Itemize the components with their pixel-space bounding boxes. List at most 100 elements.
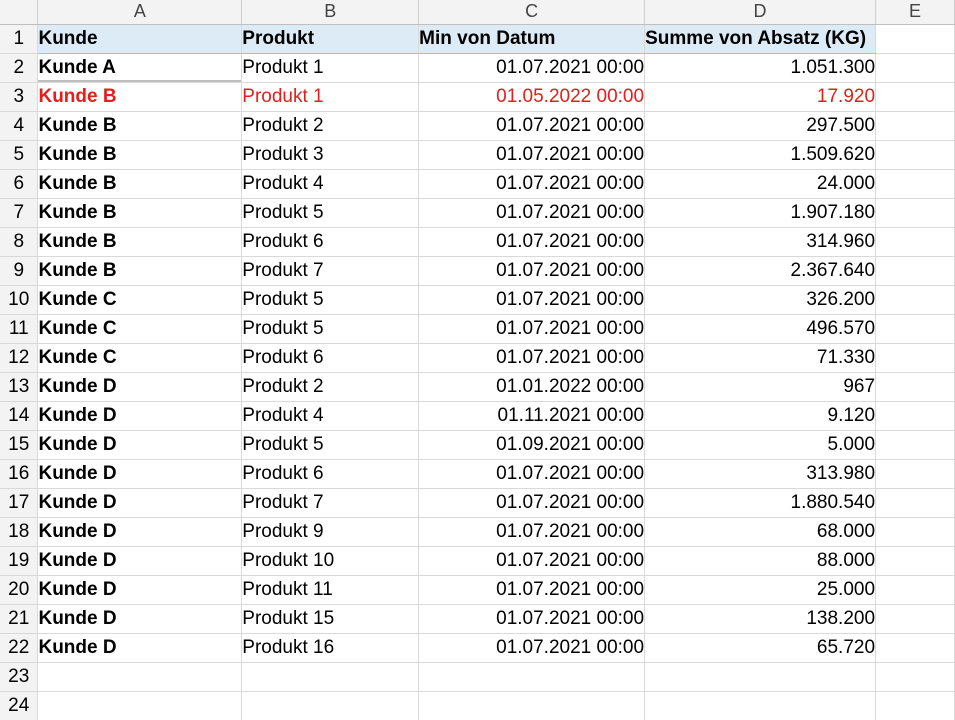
cell-e[interactable]: [875, 198, 955, 228]
cell-e[interactable]: [875, 111, 955, 141]
cell-e[interactable]: [875, 488, 955, 518]
cell-datum[interactable]: 01.07.2021 00:00: [418, 488, 646, 518]
header-cell-datum[interactable]: Min von Datum: [418, 24, 646, 54]
cell-datum[interactable]: 01.07.2021 00:00: [418, 53, 646, 83]
cell-absatz[interactable]: 314.960: [644, 227, 877, 257]
cell-produkt[interactable]: Produkt 2: [241, 372, 420, 402]
row-number[interactable]: 9: [0, 256, 39, 286]
cell-produkt[interactable]: Produkt 5: [241, 198, 420, 228]
row-number[interactable]: 6: [0, 169, 39, 199]
row-number[interactable]: 21: [0, 604, 39, 634]
cell-produkt[interactable]: Produkt 7: [241, 256, 420, 286]
select-all-corner[interactable]: [0, 0, 39, 25]
row-number[interactable]: 15: [0, 430, 39, 460]
row-number[interactable]: 16: [0, 459, 39, 489]
cell-produkt[interactable]: Produkt 6: [241, 227, 420, 257]
cell-produkt[interactable]: Produkt 5: [241, 314, 420, 344]
row-number[interactable]: 14: [0, 401, 39, 431]
cell-kunde[interactable]: Kunde A: [37, 53, 243, 83]
column-header-c[interactable]: C: [418, 0, 646, 25]
cell-e[interactable]: [875, 517, 955, 547]
cell-e[interactable]: [875, 82, 955, 112]
row-number[interactable]: 18: [0, 517, 39, 547]
cell-absatz[interactable]: 68.000: [644, 517, 877, 547]
cell-kunde[interactable]: Kunde B: [37, 227, 243, 257]
cell-datum[interactable]: 01.11.2021 00:00: [418, 401, 646, 431]
empty-cell[interactable]: [875, 691, 955, 720]
cell-produkt[interactable]: Produkt 5: [241, 430, 420, 460]
cell-kunde[interactable]: Kunde D: [37, 546, 243, 576]
cell-datum[interactable]: 01.07.2021 00:00: [418, 604, 646, 634]
cell-datum[interactable]: 01.07.2021 00:00: [418, 198, 646, 228]
cell-produkt[interactable]: Produkt 15: [241, 604, 420, 634]
cell-kunde[interactable]: Kunde B: [37, 256, 243, 286]
cell-absatz[interactable]: 1.509.620: [644, 140, 877, 170]
cell-e[interactable]: [875, 140, 955, 170]
cell-produkt[interactable]: Produkt 3: [241, 140, 420, 170]
cell-kunde[interactable]: Kunde B: [37, 169, 243, 199]
row-number[interactable]: 12: [0, 343, 39, 373]
cell-datum[interactable]: 01.07.2021 00:00: [418, 256, 646, 286]
cell-absatz[interactable]: 88.000: [644, 546, 877, 576]
cell-e[interactable]: [875, 24, 955, 54]
cell-kunde[interactable]: Kunde D: [37, 372, 243, 402]
cell-produkt[interactable]: Produkt 9: [241, 517, 420, 547]
cell-kunde[interactable]: Kunde B: [37, 111, 243, 141]
cell-e[interactable]: [875, 401, 955, 431]
cell-datum[interactable]: 01.07.2021 00:00: [418, 169, 646, 199]
spreadsheet-grid[interactable]: A B C D E 1 Kunde Produkt Min von Datum …: [0, 0, 955, 720]
cell-datum[interactable]: 01.09.2021 00:00: [418, 430, 646, 460]
cell-datum[interactable]: 01.01.2022 00:00: [418, 372, 646, 402]
cell-datum[interactable]: 01.07.2021 00:00: [418, 140, 646, 170]
cell-kunde[interactable]: Kunde D: [37, 604, 243, 634]
cell-kunde[interactable]: Kunde D: [37, 488, 243, 518]
cell-datum[interactable]: 01.07.2021 00:00: [418, 227, 646, 257]
cell-absatz[interactable]: 138.200: [644, 604, 877, 634]
cell-absatz[interactable]: 17.920: [644, 82, 877, 112]
cell-kunde[interactable]: Kunde D: [37, 401, 243, 431]
row-number[interactable]: 5: [0, 140, 39, 170]
column-header-e[interactable]: E: [875, 0, 955, 25]
cell-kunde[interactable]: Kunde B: [37, 82, 243, 112]
row-number[interactable]: 24: [0, 691, 39, 720]
cell-e[interactable]: [875, 343, 955, 373]
cell-produkt[interactable]: Produkt 10: [241, 546, 420, 576]
cell-kunde[interactable]: Kunde B: [37, 140, 243, 170]
empty-cell[interactable]: [241, 691, 420, 720]
cell-kunde[interactable]: Kunde D: [37, 633, 243, 663]
cell-produkt[interactable]: Produkt 11: [241, 575, 420, 605]
cell-e[interactable]: [875, 633, 955, 663]
cell-absatz[interactable]: 496.570: [644, 314, 877, 344]
cell-absatz[interactable]: 24.000: [644, 169, 877, 199]
empty-cell[interactable]: [241, 662, 420, 692]
cell-datum[interactable]: 01.07.2021 00:00: [418, 575, 646, 605]
empty-cell[interactable]: [644, 691, 877, 720]
empty-cell[interactable]: [418, 662, 646, 692]
cell-e[interactable]: [875, 546, 955, 576]
row-number[interactable]: 23: [0, 662, 39, 692]
cell-kunde[interactable]: Kunde C: [37, 343, 243, 373]
cell-kunde[interactable]: Kunde D: [37, 430, 243, 460]
row-number[interactable]: 4: [0, 111, 39, 141]
cell-datum[interactable]: 01.05.2022 00:00: [418, 82, 646, 112]
cell-produkt[interactable]: Produkt 2: [241, 111, 420, 141]
cell-produkt[interactable]: Produkt 6: [241, 343, 420, 373]
cell-produkt[interactable]: Produkt 4: [241, 169, 420, 199]
cell-e[interactable]: [875, 314, 955, 344]
cell-kunde[interactable]: Kunde C: [37, 285, 243, 315]
empty-cell[interactable]: [37, 662, 243, 692]
cell-absatz[interactable]: 1.880.540: [644, 488, 877, 518]
row-number[interactable]: 3: [0, 82, 39, 112]
row-number[interactable]: 19: [0, 546, 39, 576]
empty-cell[interactable]: [875, 662, 955, 692]
cell-e[interactable]: [875, 53, 955, 83]
cell-absatz[interactable]: 967: [644, 372, 877, 402]
header-cell-absatz[interactable]: Summe von Absatz (KG): [644, 24, 877, 54]
cell-produkt[interactable]: Produkt 4: [241, 401, 420, 431]
cell-e[interactable]: [875, 575, 955, 605]
cell-datum[interactable]: 01.07.2021 00:00: [418, 314, 646, 344]
cell-produkt[interactable]: Produkt 7: [241, 488, 420, 518]
row-number[interactable]: 2: [0, 53, 39, 83]
cell-kunde[interactable]: Kunde D: [37, 517, 243, 547]
row-number[interactable]: 8: [0, 227, 39, 257]
